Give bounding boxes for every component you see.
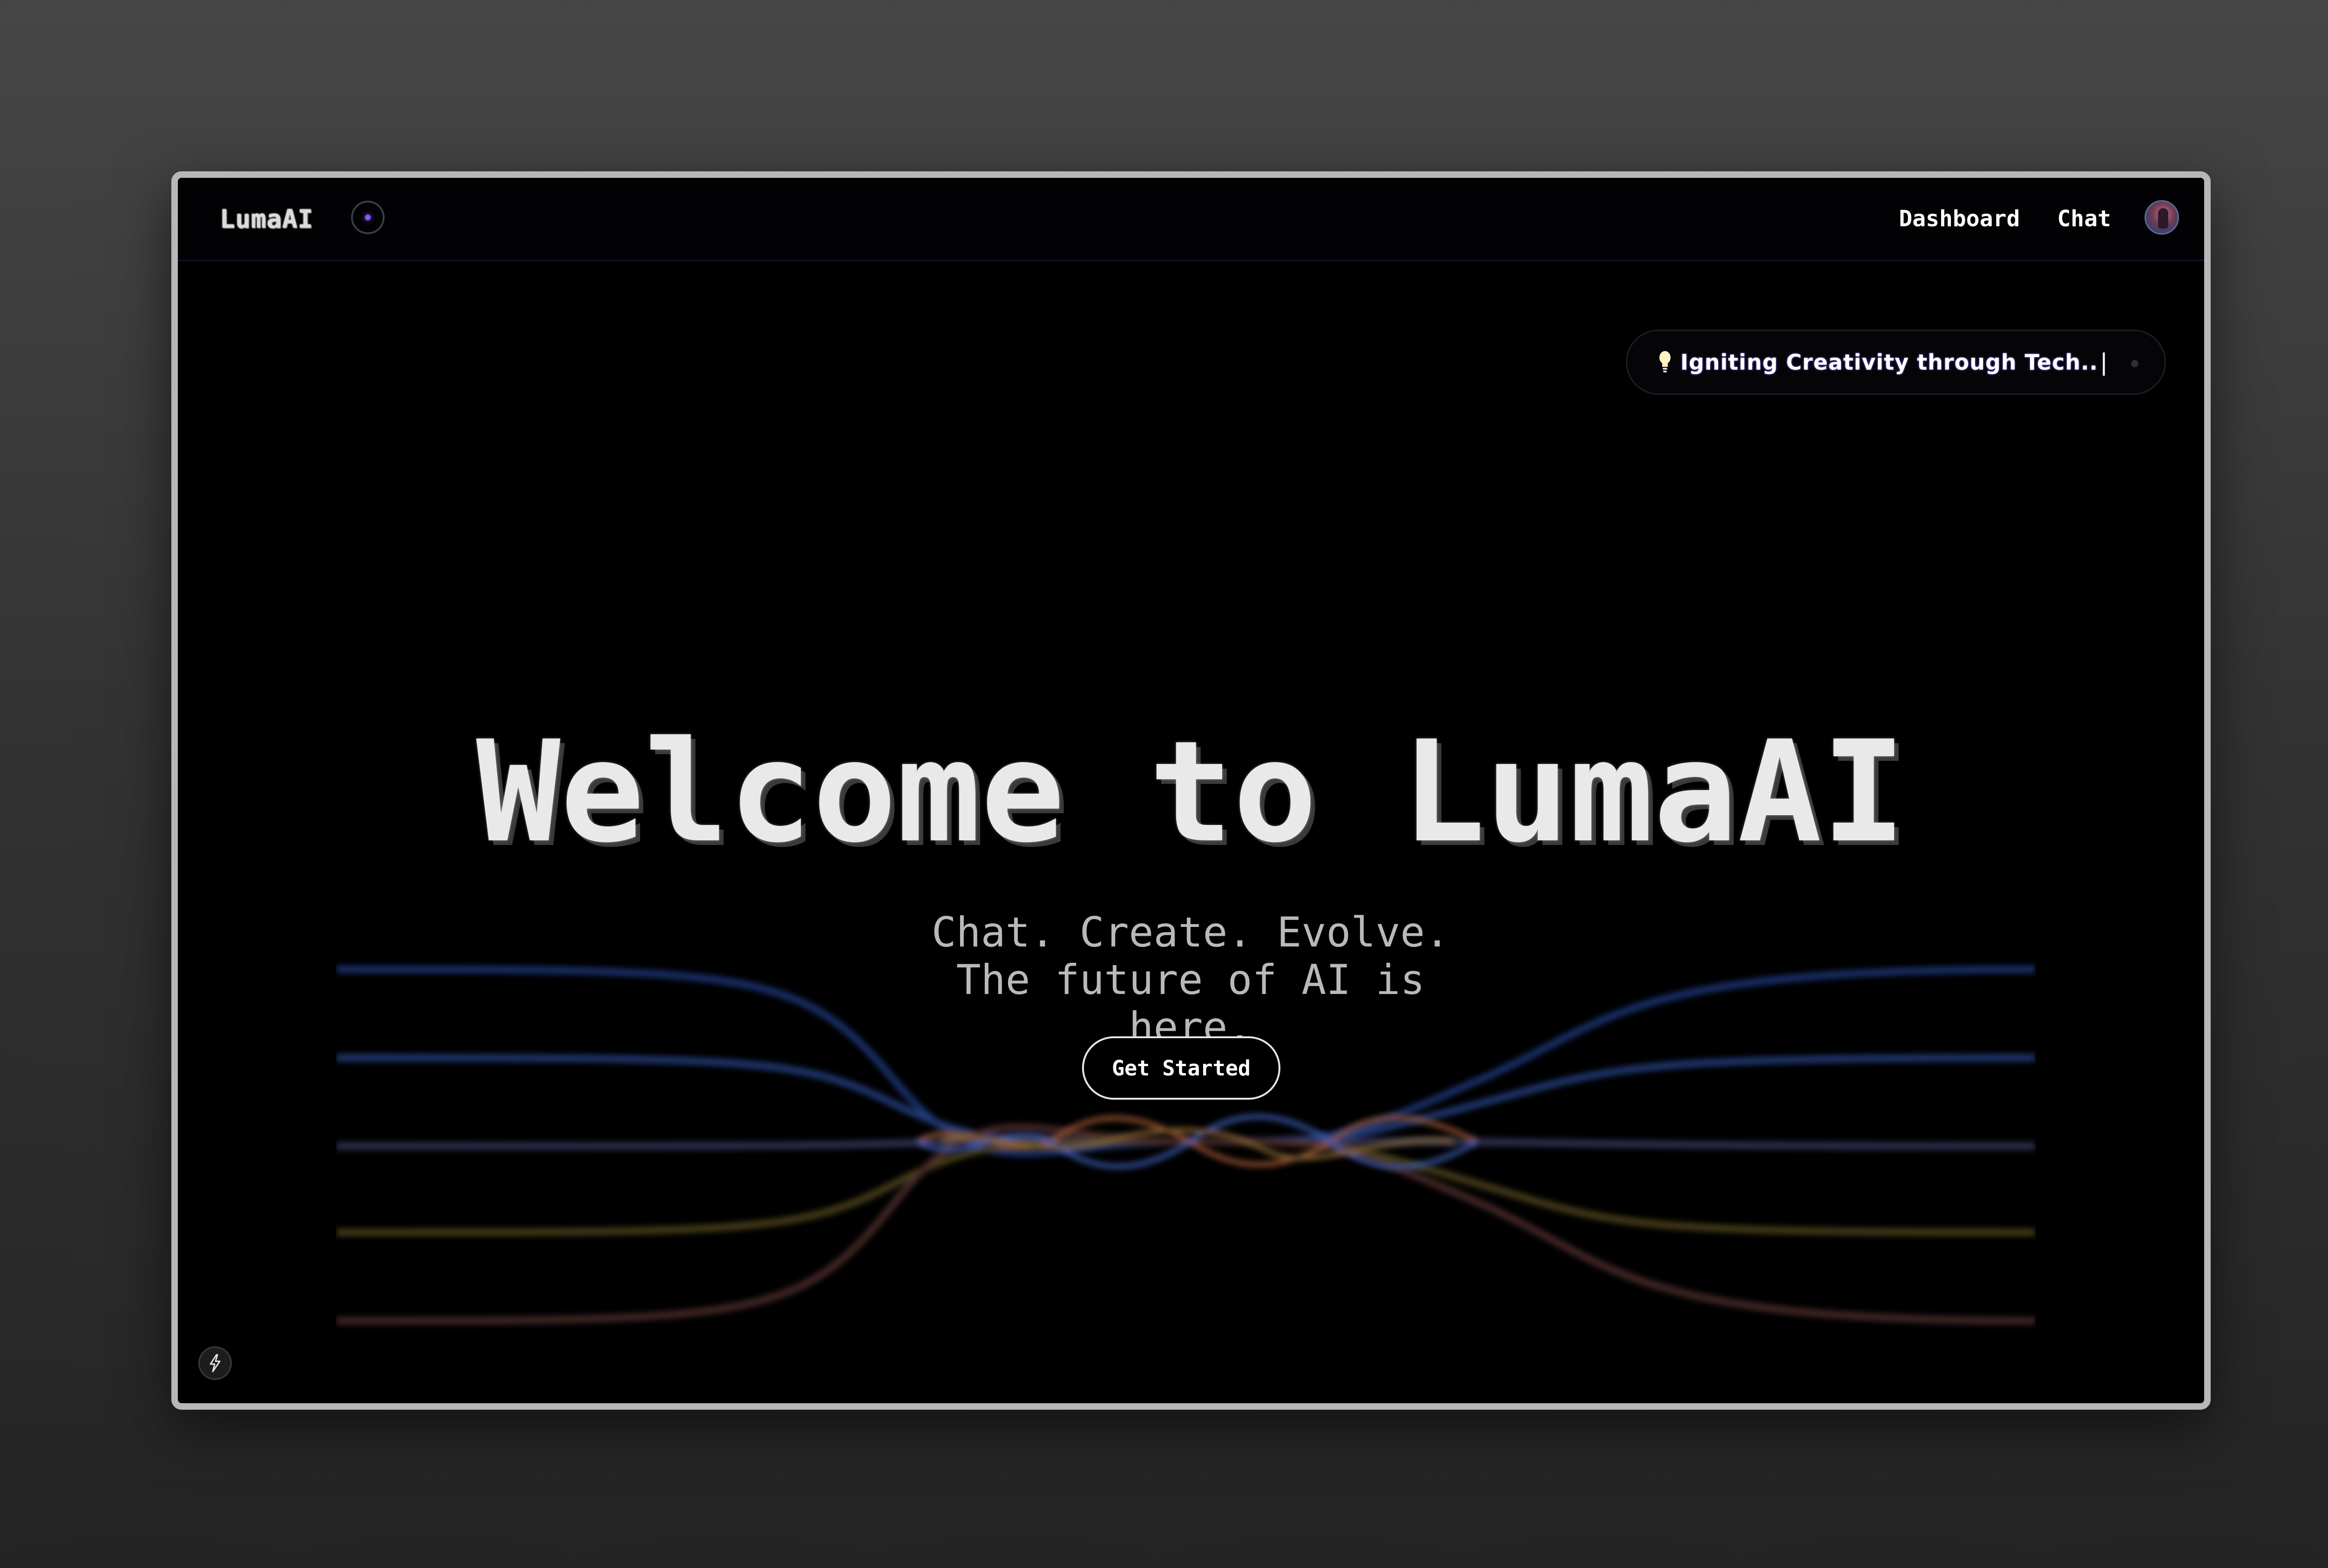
tagline-text: Igniting Creativity through Tech.. [1680,350,2098,375]
top-navbar: LumaAI Dashboard Chat [178,178,2204,261]
brand-logo[interactable]: LumaAI [220,178,313,260]
tagline-pill: Igniting Creativity through Tech.. | [1626,330,2166,395]
hero-title: Welcome to LumaAI [476,711,1906,873]
hero-subtitle: Chat. Create. Evolve. The future of AI i… [931,908,1450,1051]
pill-dot-icon [2131,360,2139,367]
wave-line-rose [336,1124,2036,1324]
nav-link-dashboard[interactable]: Dashboard [1899,206,2020,232]
orb-dot [365,215,371,220]
typing-cursor: | [2100,349,2108,376]
wave-line-yellow [336,1138,2036,1236]
avatar-figure [2158,208,2168,229]
status-orb-icon[interactable] [351,201,385,234]
lightbulb-icon [1659,351,1671,372]
browser-window: LumaAI Dashboard Chat Igniting Creativit… [171,171,2211,1410]
nav-link-chat[interactable]: Chat [2057,206,2111,232]
corner-badge[interactable] [198,1346,232,1380]
nav-links: Dashboard Chat [1899,178,2111,260]
get-started-button[interactable]: Get Started [1082,1036,1280,1100]
lightning-bolt-icon [210,1354,221,1372]
user-avatar[interactable] [2145,200,2179,235]
